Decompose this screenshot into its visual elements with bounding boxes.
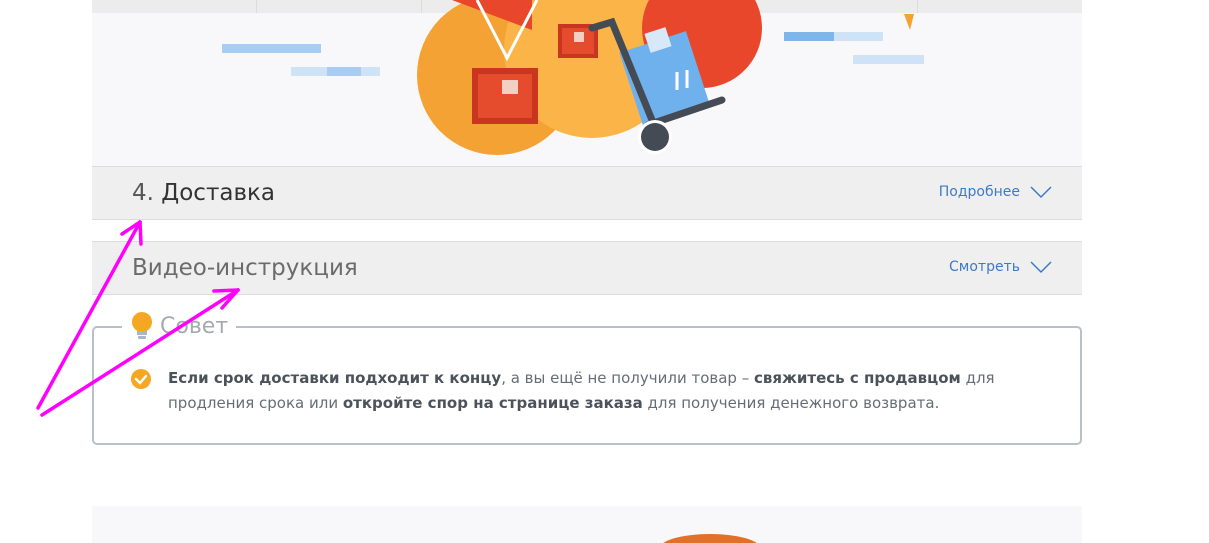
section-title-text: Доставка: [161, 180, 275, 206]
watch-link-label[interactable]: Смотреть: [949, 259, 1020, 275]
section-title: 4. Доставка: [132, 180, 275, 206]
watch-link[interactable]: Смотреть: [949, 259, 1052, 275]
tip-box: Совет Если срок доставки подходит к конц…: [92, 311, 1082, 445]
section-number: 4.: [132, 180, 154, 206]
delivery-cart-image: [222, 0, 924, 155]
next-illustration-image: [663, 534, 757, 543]
video-title: Видео-инструкция: [132, 255, 358, 281]
more-link-label[interactable]: Подробнее: [939, 184, 1020, 200]
check-circle-icon: [131, 369, 151, 389]
tip-legend-label: Совет: [160, 313, 229, 339]
more-link[interactable]: Подробнее: [939, 184, 1052, 200]
accordion-video[interactable]: Видео-инструкция Смотреть: [92, 241, 1082, 295]
tip-text-6: для получения денежного возврата.: [642, 394, 940, 412]
tip-text-2: , а вы ещё не получили товар –: [501, 369, 754, 387]
tip-body: Если срок доставки подходит к концу, а в…: [130, 366, 1030, 416]
next-illustration: [92, 506, 1082, 543]
chevron-down-icon[interactable]: [1030, 185, 1052, 199]
lightbulb-icon: [132, 312, 152, 339]
accordion-delivery[interactable]: 4. Доставка Подробнее: [92, 166, 1082, 220]
tip-text: Если срок доставки подходит к концу, а в…: [168, 366, 1030, 416]
delivery-illustration: [92, 0, 1082, 166]
tip-legend: Совет: [122, 311, 237, 341]
chevron-down-icon[interactable]: [1030, 260, 1052, 274]
tip-open-dispute: откройте спор на странице заказа: [342, 394, 643, 412]
tip-bold-1: Если срок доставки подходит к концу: [168, 369, 502, 387]
tip-contact-seller: свяжитесь с продавцом: [753, 369, 961, 387]
